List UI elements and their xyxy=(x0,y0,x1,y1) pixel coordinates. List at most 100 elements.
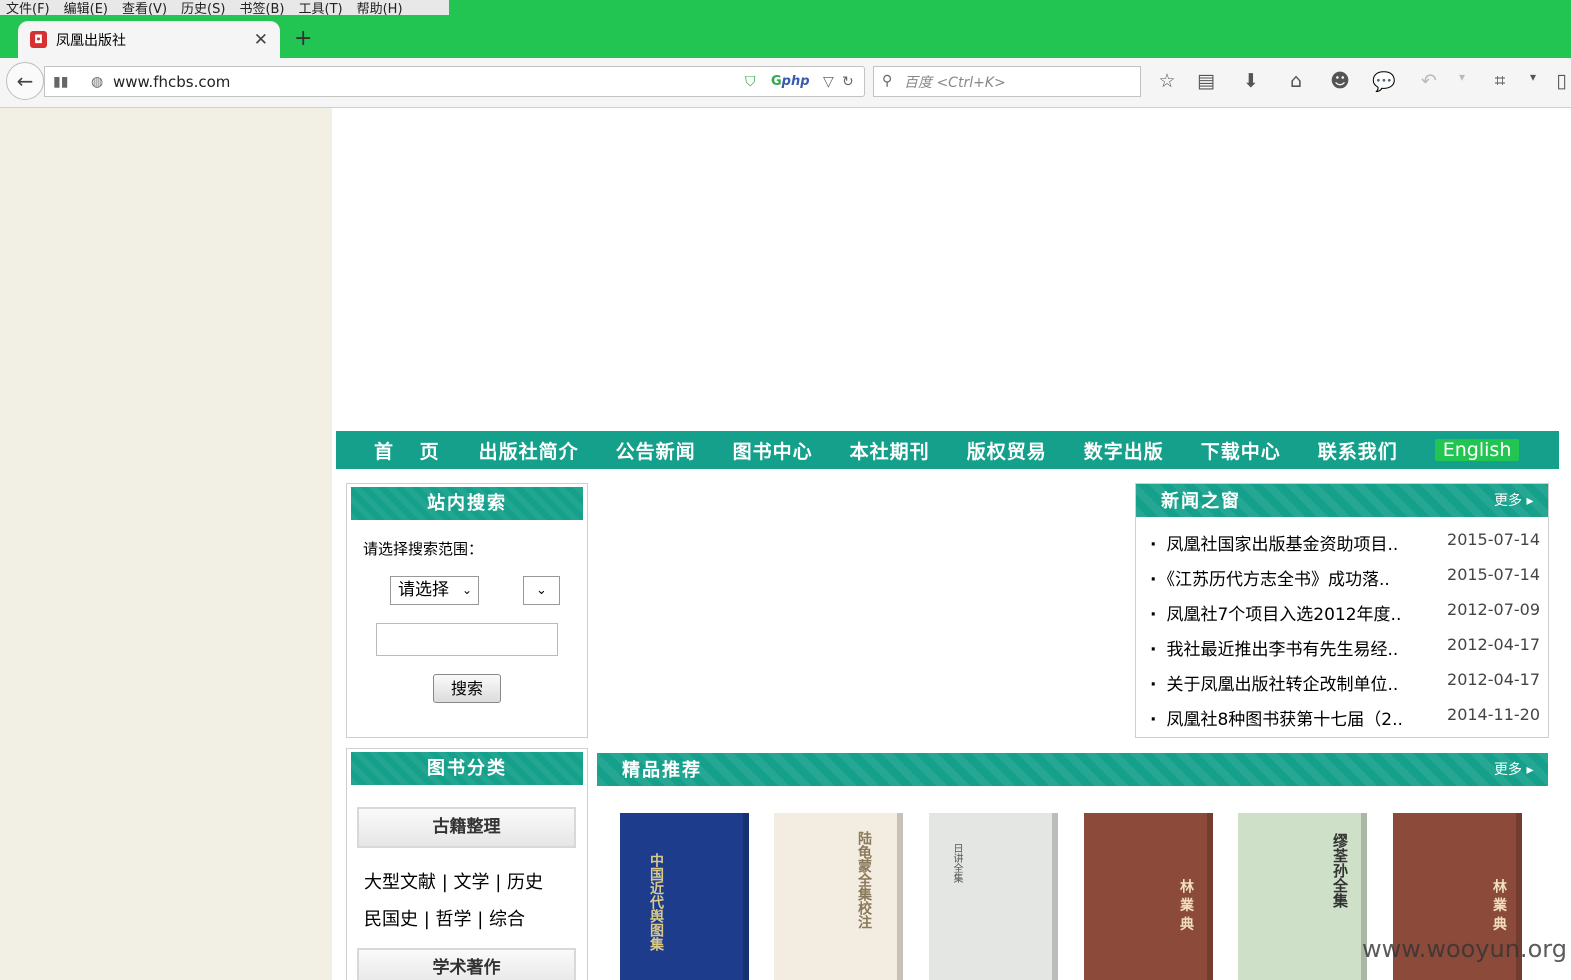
recommend-more-link[interactable]: 更多 ▸ xyxy=(1494,759,1533,779)
screenshot-dropdown-icon[interactable]: ▾ xyxy=(1521,70,1545,84)
nav-english[interactable]: English xyxy=(1434,439,1520,461)
news-item-date: 2015-07-14 xyxy=(1447,565,1540,584)
emoji-icon[interactable]: ☻ xyxy=(1328,70,1352,92)
nav-journals[interactable]: 本社期刊 xyxy=(850,437,930,464)
book-spine-text: 陆龟蒙全集校注 xyxy=(856,831,872,929)
news-item-title[interactable]: 凤凰社8种图书获第十七届（2.. xyxy=(1150,705,1402,730)
new-tab-icon[interactable]: + xyxy=(294,26,314,51)
reload-icon[interactable]: ↻ xyxy=(842,74,854,90)
undo-dropdown-icon[interactable]: ▾ xyxy=(1450,70,1474,84)
news-item-date: 2012-07-09 xyxy=(1447,600,1540,619)
menu-tools[interactable]: 工具(T) xyxy=(299,3,343,15)
chat-icon[interactable]: 💬 xyxy=(1372,70,1396,93)
banner-area xyxy=(332,108,1571,430)
book-spine-text: 林 業 典 xyxy=(1178,879,1194,931)
nav-downloads[interactable]: 下载中心 xyxy=(1201,437,1281,464)
recommend-more-label: 更多 xyxy=(1494,762,1522,778)
category-academic-button[interactable]: 学术著作 xyxy=(357,948,576,980)
url-text[interactable]: www.fhcbs.com xyxy=(113,73,230,91)
news-title: 新闻之窗 xyxy=(1161,491,1241,512)
nav-home[interactable]: 首 页 xyxy=(374,437,449,464)
nav-copyright[interactable]: 版权贸易 xyxy=(967,437,1047,464)
category-links-row[interactable]: 大型文献 | 文学 | 历史 xyxy=(364,868,543,894)
recommend-header-bar xyxy=(597,753,1548,786)
news-item[interactable]: 凤凰社国家出版基金资助项目.. 2015-07-14 xyxy=(1150,530,1540,555)
watermark-text: www.wooyun.org xyxy=(1362,935,1567,963)
news-item[interactable]: 凤凰社7个项目入选2012年度.. 2012-07-09 xyxy=(1150,600,1540,625)
book-cover[interactable]: 中国近代舆图集 xyxy=(620,813,749,980)
site-favicon-icon: ◘ xyxy=(30,31,47,48)
site-search-title: 站内搜索 xyxy=(351,487,583,520)
recommend-title: 精品推荐 xyxy=(622,760,702,781)
url-bar[interactable]: ▮▮ ◍ www.fhcbs.com ⛉ Gphp ▽ ↻ xyxy=(44,66,865,97)
book-spine-text: 日讲全集 xyxy=(951,843,962,883)
chevron-right-icon: ▸ xyxy=(1526,493,1534,509)
search-scope-label: 请选择搜索范围： xyxy=(363,540,484,558)
menu-bookmarks[interactable]: 书签(B) xyxy=(239,3,284,15)
category-ancient-books-button[interactable]: 古籍整理 xyxy=(357,807,576,848)
menu-view[interactable]: 查看(V) xyxy=(122,3,167,15)
nav-news[interactable]: 公告新闻 xyxy=(616,437,696,464)
news-item-title[interactable]: 我社最近推出李书有先生易经.. xyxy=(1150,635,1398,660)
news-more-link[interactable]: 更多 ▸ xyxy=(1494,490,1533,510)
sidebar-icon[interactable]: ▯ xyxy=(1552,70,1571,92)
search-scope-value: 请选择 xyxy=(398,580,449,600)
news-item-title[interactable]: 关于凤凰出版社转企改制单位.. xyxy=(1150,670,1398,695)
shield-icon[interactable]: ⛉ xyxy=(745,74,756,90)
home-icon[interactable]: ⌂ xyxy=(1284,70,1308,92)
book-spine-text: 缪荃孙全集 xyxy=(1331,833,1349,908)
book-cover[interactable]: 缪荃孙全集 xyxy=(1238,813,1367,980)
news-more-label: 更多 xyxy=(1494,493,1522,509)
search-button[interactable]: 搜索 xyxy=(433,674,501,703)
bookmark-star-icon[interactable]: ☆ xyxy=(1155,70,1179,92)
search-placeholder: 百度 <Ctrl+K> xyxy=(904,74,1006,91)
news-item-date: 2012-04-17 xyxy=(1447,670,1540,689)
book-category-title: 图书分类 xyxy=(351,752,583,785)
nav-contact[interactable]: 联系我们 xyxy=(1318,437,1398,464)
php-extension-icon[interactable]: Gphp xyxy=(771,74,810,89)
chevron-down-icon: ⌄ xyxy=(461,583,472,597)
menu-history[interactable]: 历史(S) xyxy=(181,3,225,15)
download-icon[interactable]: ⬇ xyxy=(1239,70,1263,92)
search-icon: ⚲ xyxy=(882,73,893,89)
news-item-title[interactable]: 凤凰社7个项目入选2012年度.. xyxy=(1150,600,1401,625)
news-item-title[interactable]: 凤凰社国家出版基金资助项目.. xyxy=(1150,530,1398,555)
book-spine-text: 中国近代舆图集 xyxy=(648,853,664,951)
book-cover[interactable]: 日讲全集 xyxy=(929,813,1058,980)
tab-title: 凤凰出版社 xyxy=(56,32,126,49)
news-item-date: 2012-04-17 xyxy=(1447,635,1540,654)
nav-about[interactable]: 出版社简介 xyxy=(479,437,579,464)
nav-books[interactable]: 图书中心 xyxy=(733,437,813,464)
news-item[interactable]: 凤凰社8种图书获第十七届（2.. 2014-11-20 xyxy=(1150,705,1540,730)
search-scope-select[interactable]: 请选择 ⌄ xyxy=(390,576,479,605)
book-cover[interactable]: 林 業 典 xyxy=(1084,813,1213,980)
category-links-row[interactable]: 民国史 | 哲学 | 综合 xyxy=(364,905,525,931)
page-background xyxy=(0,108,332,980)
chevron-down-icon: ⌄ xyxy=(536,583,547,598)
globe-icon: ◍ xyxy=(91,73,104,90)
book-cover[interactable]: 陆龟蒙全集校注 xyxy=(774,813,903,980)
menu-help[interactable]: 帮助(H) xyxy=(357,3,403,15)
chevron-right-icon: ▸ xyxy=(1526,762,1534,778)
news-item[interactable]: 《江苏历代方志全书》成功落.. 2015-07-14 xyxy=(1150,565,1540,590)
menu-edit[interactable]: 编辑(E) xyxy=(64,3,108,15)
search-subscope-select[interactable]: ⌄ xyxy=(523,576,560,605)
menu-bar: 文件(F) 编辑(E) 查看(V) 历史(S) 书签(B) 工具(T) 帮助(H… xyxy=(0,0,449,15)
search-input[interactable]: ⚲ 百度 <Ctrl+K> xyxy=(873,66,1141,97)
identity-icon[interactable]: ▮▮ xyxy=(53,74,68,90)
browser-tab[interactable]: ◘ 凤凰出版社 ✕ xyxy=(18,21,280,58)
screenshot-crop-icon[interactable]: ⌗ xyxy=(1488,70,1512,92)
book-spine-text: 林 業 典 xyxy=(1491,879,1507,931)
menu-file[interactable]: 文件(F) xyxy=(6,3,50,15)
dropdown-arrow-icon[interactable]: ▽ xyxy=(823,74,834,90)
news-item-title[interactable]: 《江苏历代方志全书》成功落.. xyxy=(1150,565,1389,590)
bookmarks-list-icon[interactable]: ▤ xyxy=(1194,70,1218,92)
undo-icon[interactable]: ↶ xyxy=(1417,70,1441,92)
keyword-input[interactable] xyxy=(376,623,558,656)
news-item[interactable]: 关于凤凰出版社转企改制单位.. 2012-04-17 xyxy=(1150,670,1540,695)
news-item-date: 2014-11-20 xyxy=(1447,705,1540,724)
news-item[interactable]: 我社最近推出李书有先生易经.. 2012-04-17 xyxy=(1150,635,1540,660)
close-tab-icon[interactable]: ✕ xyxy=(254,30,268,50)
back-button[interactable]: ← xyxy=(6,62,44,100)
nav-digital[interactable]: 数字出版 xyxy=(1084,437,1164,464)
